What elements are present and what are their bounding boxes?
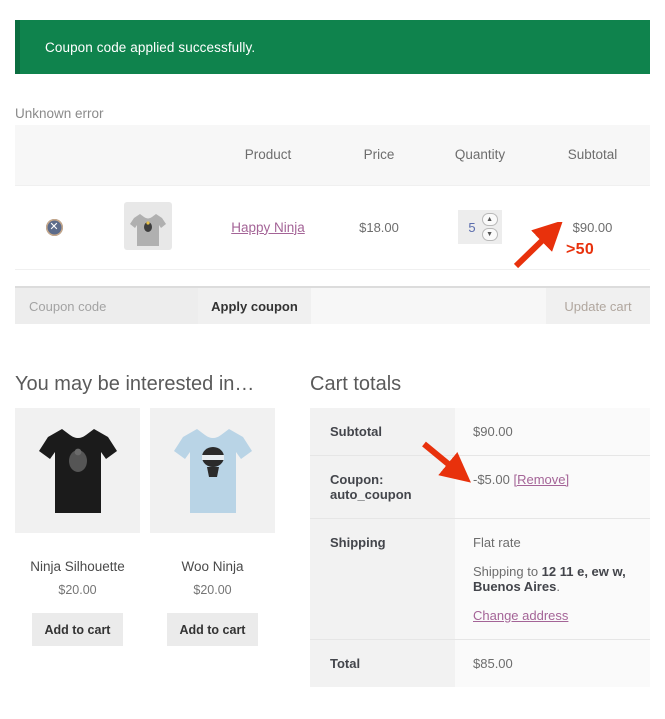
- cell-quantity: 5 ▲ ▼: [425, 184, 535, 270]
- table-row: ✕ Happy Ninja $18.00 5 ▲ ▼ $90.00: [15, 184, 650, 270]
- add-to-cart-button[interactable]: Add to cart: [167, 613, 258, 646]
- totals-row-shipping: Shipping Flat rate Shipping to 12 11 e, …: [310, 518, 650, 640]
- change-address-link[interactable]: Change address: [473, 608, 568, 623]
- shipping-to-suffix: .: [556, 579, 560, 594]
- tshirt-grey-thumbnail[interactable]: [124, 201, 172, 250]
- totals-value-shipping: Flat rate Shipping to 12 11 e, ew w, Bue…: [455, 518, 650, 640]
- cell-remove: ✕: [15, 184, 93, 270]
- product-image-ninja-silhouette[interactable]: [15, 408, 140, 533]
- shipping-destination: Shipping to 12 11 e, ew w, Buenos Aires.: [473, 564, 650, 594]
- product-name[interactable]: Ninja Silhouette: [15, 559, 140, 574]
- apply-coupon-button[interactable]: Apply coupon: [198, 288, 311, 324]
- cart-page: Coupon code applied successfully. Unknow…: [0, 0, 665, 719]
- list-item: Woo Ninja $20.00 Add to cart: [150, 408, 275, 646]
- totals-row-total: Total $85.00: [310, 639, 650, 687]
- chevron-up-icon[interactable]: ▲: [481, 213, 498, 226]
- remove-coupon-link[interactable]: [Remove]: [514, 472, 570, 487]
- change-address-wrap: Change address: [473, 608, 650, 623]
- cell-price: $18.00: [333, 184, 425, 270]
- cart-totals-table: Subtotal $90.00 Coupon: auto_coupon -$5.…: [310, 408, 650, 687]
- totals-value-subtotal: $90.00: [455, 408, 650, 456]
- product-price: $20.00: [58, 583, 97, 597]
- totals-label-subtotal: Subtotal: [310, 408, 455, 456]
- col-header-remove: [15, 125, 93, 185]
- cart-header-row: Product Price Quantity Subtotal: [15, 125, 650, 185]
- totals-label-shipping: Shipping: [310, 518, 455, 640]
- cart-table: Product Price Quantity Subtotal ✕ Happy …: [15, 125, 650, 270]
- annotation-label-gt50: >50: [566, 241, 595, 258]
- cell-thumbnail: [93, 184, 203, 270]
- product-price: $20.00: [193, 583, 232, 597]
- update-cart-button[interactable]: Update cart: [546, 288, 650, 324]
- col-header-thumbnail: [93, 125, 203, 185]
- totals-label-coupon: Coupon: auto_coupon: [310, 455, 455, 519]
- list-item: Ninja Silhouette $20.00 Add to cart: [15, 408, 140, 646]
- quantity-arrows: ▲ ▼: [481, 213, 498, 241]
- quantity-value[interactable]: 5: [468, 220, 475, 235]
- shipping-method: Flat rate: [473, 535, 521, 550]
- product-image-woo-ninja[interactable]: [150, 408, 275, 533]
- col-header-price: Price: [333, 125, 425, 185]
- remove-circle-icon[interactable]: ✕: [45, 219, 63, 236]
- coupon-row-spacer: [311, 288, 546, 324]
- coupon-row: Apply coupon Update cart: [15, 286, 650, 324]
- totals-value-coupon: -$5.00 [Remove]: [455, 455, 650, 519]
- totals-row-subtotal: Subtotal $90.00: [310, 408, 650, 456]
- cart-table-body: ✕ Happy Ninja $18.00 5 ▲ ▼ $90.00: [15, 184, 650, 270]
- error-message: Unknown error: [15, 106, 104, 121]
- chevron-down-icon[interactable]: ▼: [481, 228, 498, 241]
- coupon-input[interactable]: [15, 288, 198, 324]
- cell-product-name: Happy Ninja: [203, 184, 333, 270]
- shipping-to-prefix: Shipping to: [473, 564, 542, 579]
- related-products-list: Ninja Silhouette $20.00 Add to cart Woo …: [15, 408, 275, 646]
- col-header-product: Product: [203, 125, 333, 185]
- related-products-heading: You may be interested in…: [15, 373, 255, 395]
- cart-table-head: Product Price Quantity Subtotal: [15, 125, 650, 185]
- product-link-happy-ninja[interactable]: Happy Ninja: [231, 220, 305, 235]
- col-header-quantity: Quantity: [425, 125, 535, 185]
- totals-value-total: $85.00: [455, 639, 650, 687]
- success-notice-message: Coupon code applied successfully.: [45, 39, 256, 55]
- totals-row-coupon: Coupon: auto_coupon -$5.00 [Remove]: [310, 455, 650, 519]
- totals-label-total: Total: [310, 639, 455, 687]
- success-notice: Coupon code applied successfully.: [15, 20, 650, 74]
- quantity-stepper[interactable]: 5 ▲ ▼: [458, 210, 502, 244]
- col-header-subtotal: Subtotal: [535, 125, 650, 185]
- coupon-discount-value: -$5.00: [473, 472, 510, 487]
- product-name[interactable]: Woo Ninja: [150, 559, 275, 574]
- add-to-cart-button[interactable]: Add to cart: [32, 613, 123, 646]
- cart-totals-heading: Cart totals: [310, 373, 402, 395]
